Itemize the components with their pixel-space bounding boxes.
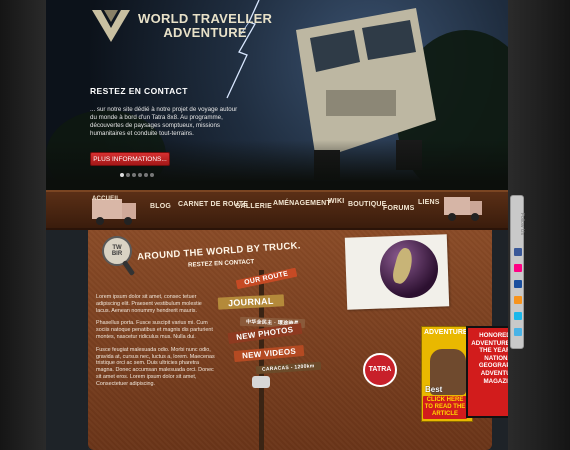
nav-item-gallerie[interactable]: GALLERIE bbox=[235, 203, 272, 210]
nav-item-forums[interactable]: FORUMS bbox=[383, 205, 415, 212]
logo-line-1: WORLD TRAVELLER bbox=[138, 11, 273, 26]
nav-item-amenagement[interactable]: AMÉNAGEMENT bbox=[273, 200, 331, 207]
slider-dots bbox=[120, 173, 154, 177]
content-panel: TW BIR AROUND THE WORLD BY TRUCK. RESTEZ … bbox=[88, 230, 508, 450]
outer-left-background bbox=[0, 0, 46, 450]
slider-dot[interactable] bbox=[132, 173, 136, 177]
slider-dot[interactable] bbox=[150, 173, 154, 177]
car-icon bbox=[252, 376, 270, 388]
site-container: WORLD TRAVELLER ADVENTURE RESTEZ EN CONT… bbox=[46, 0, 508, 450]
flickr-icon[interactable] bbox=[514, 264, 522, 272]
social-label: Follow Us bbox=[519, 213, 525, 235]
nav-item-boutique[interactable]: BOUTIQUE bbox=[348, 201, 387, 208]
slider-dot[interactable] bbox=[138, 173, 142, 177]
logo-emblem-icon bbox=[92, 10, 130, 42]
magazine-title: ADVENTURE bbox=[424, 329, 468, 336]
award-badge: HONORED AS ADVENTURERS OF THE YEAR BY NA… bbox=[466, 326, 508, 418]
content-text: Lorem ipsum dolor sit amet, consec tetue… bbox=[96, 294, 216, 394]
paragraph: Lorem ipsum dolor sit amet, consec tetue… bbox=[96, 294, 202, 314]
nav-item-liens[interactable]: LIENS bbox=[418, 199, 440, 206]
facebook-icon[interactable] bbox=[514, 248, 522, 256]
logo-line-2: ADVENTURE bbox=[163, 25, 247, 40]
more-info-button[interactable]: PLUS INFORMATIONS... bbox=[90, 152, 170, 166]
magazine-best-label: Best bbox=[425, 385, 443, 394]
site-logo[interactable]: WORLD TRAVELLER ADVENTURE bbox=[90, 8, 272, 44]
home-truck-icon[interactable] bbox=[88, 189, 140, 227]
twitter-icon[interactable] bbox=[514, 328, 522, 336]
nav-item-accueil[interactable]: ACCUEIL bbox=[92, 196, 120, 202]
paragraph: Phasellus porta. Fusce suscipit varius m… bbox=[96, 320, 213, 340]
myspace-icon[interactable] bbox=[514, 280, 522, 288]
slider-dot[interactable] bbox=[144, 173, 148, 177]
page: WORLD TRAVELLER ADVENTURE RESTEZ EN CONT… bbox=[0, 0, 570, 450]
slider-dot[interactable] bbox=[126, 173, 130, 177]
vimeo-icon[interactable] bbox=[514, 312, 522, 320]
truck-graphic bbox=[444, 197, 482, 221]
tatra-logo[interactable]: TATRA bbox=[363, 353, 397, 387]
hero-text: ... sur notre site dédié à notre projet … bbox=[90, 106, 238, 137]
slider-dot[interactable] bbox=[120, 173, 124, 177]
rss-icon[interactable] bbox=[514, 296, 522, 304]
hero-title: RESTEZ EN CONTACT bbox=[90, 86, 188, 96]
nav-item-wiki[interactable]: WIKI bbox=[328, 198, 344, 205]
social-bar: Follow Us bbox=[510, 195, 525, 349]
read-article-link[interactable]: CLICK HERE TO READ THE ARTICLE bbox=[423, 396, 467, 419]
paragraph: Fusce feugiat malesuada odio. Morbi nunc… bbox=[96, 346, 215, 387]
nav-item-blog[interactable]: BLOG bbox=[150, 203, 171, 210]
hero-banner: WORLD TRAVELLER ADVENTURE RESTEZ EN CONT… bbox=[46, 0, 508, 200]
